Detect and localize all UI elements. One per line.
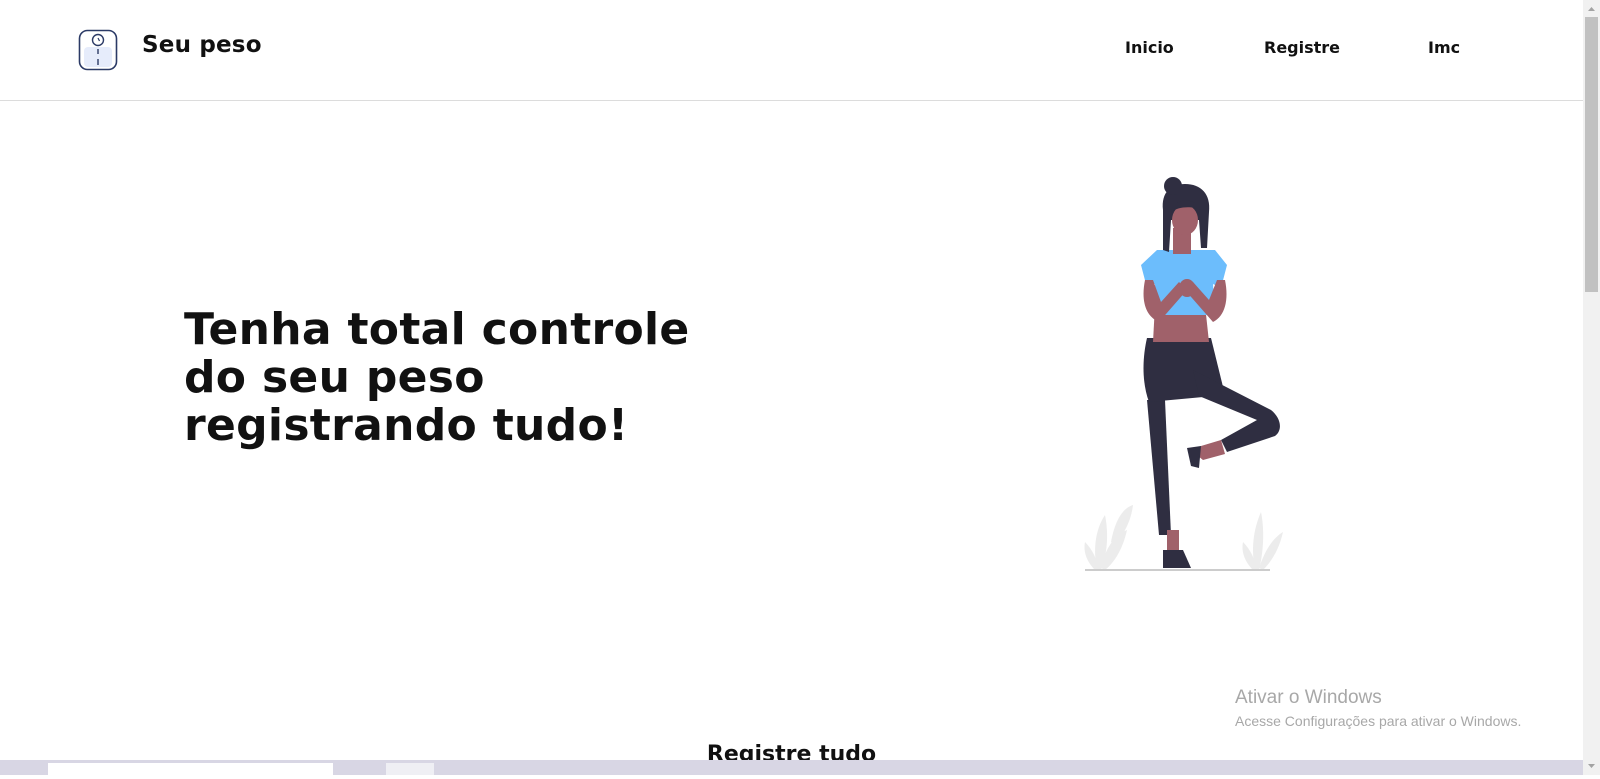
vertical-scrollbar[interactable] xyxy=(1583,0,1600,775)
nav-link-imc[interactable]: Imc xyxy=(1428,38,1460,57)
scroll-down-icon[interactable] xyxy=(1583,758,1600,775)
taskbar-segment xyxy=(386,763,434,775)
woman-yoga-illustration xyxy=(1075,170,1315,590)
nav-link-registre[interactable]: Registre xyxy=(1264,38,1340,57)
scrollbar-thumb[interactable] xyxy=(1585,17,1598,292)
nav-link-inicio[interactable]: Inicio xyxy=(1125,38,1174,57)
brand-name[interactable]: Seu peso xyxy=(142,32,262,58)
windows-activation-subtitle: Acesse Configurações para ativar o Windo… xyxy=(1235,713,1522,729)
scale-icon[interactable] xyxy=(78,29,118,71)
section-title: Registre tudo xyxy=(706,742,877,760)
taskbar-segment xyxy=(48,763,333,775)
scroll-up-icon[interactable] xyxy=(1583,0,1600,17)
taskbar-strip xyxy=(0,760,1583,775)
windows-activation-title: Ativar o Windows xyxy=(1235,687,1382,708)
hero-title: Tenha total controle do seu peso registr… xyxy=(184,304,690,451)
site-header: Seu peso Inicio Registre Imc xyxy=(0,0,1583,101)
page-viewport: Seu peso Inicio Registre Imc Tenha total… xyxy=(0,0,1583,760)
